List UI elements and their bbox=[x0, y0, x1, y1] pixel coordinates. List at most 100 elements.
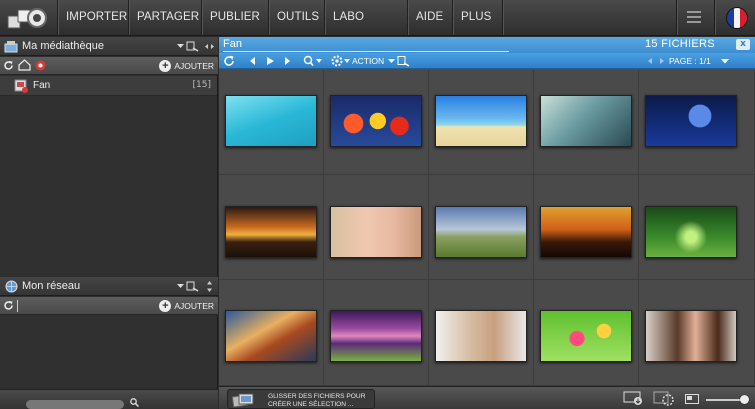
library-add-button[interactable]: + AJOUTER bbox=[159, 59, 214, 73]
thumbnail-cell[interactable] bbox=[219, 280, 324, 386]
menu-outils[interactable]: OUTILS bbox=[268, 0, 324, 35]
gallery-panel: Fan 15 FICHIERS x ACTION PAGE : 1/1 GLIS… bbox=[219, 37, 755, 409]
thumbnail-cell[interactable] bbox=[639, 175, 755, 280]
app-logo-icon[interactable] bbox=[6, 4, 48, 32]
photo-thumbnail-hot-air-balloons[interactable] bbox=[330, 95, 422, 147]
slideshow-icon[interactable] bbox=[653, 389, 675, 407]
thumbnail-cell[interactable] bbox=[429, 175, 534, 280]
menu-partager[interactable]: PARTAGER bbox=[128, 0, 201, 35]
thumbnail-grid bbox=[219, 70, 755, 386]
page-dropdown-icon[interactable] bbox=[719, 55, 731, 67]
photo-thumbnail-palm-sunset[interactable] bbox=[540, 206, 632, 258]
folder-underline bbox=[223, 51, 509, 52]
record-icon[interactable] bbox=[35, 60, 46, 71]
view-size-icon[interactable] bbox=[685, 394, 699, 404]
thumbnail-cell[interactable] bbox=[429, 280, 534, 386]
menu-labo-photo[interactable]: LABO PHOTO bbox=[324, 0, 407, 58]
menu-importer[interactable]: IMPORTER bbox=[57, 0, 128, 35]
photo-thumbnail-field-tree-sky[interactable] bbox=[435, 206, 527, 258]
drop-zone-line1: GLISSER DES FICHIERS POUR bbox=[268, 393, 366, 400]
library-item-count: [15] bbox=[192, 80, 211, 90]
thumbnail-cell[interactable] bbox=[639, 280, 755, 386]
page-indicator[interactable]: PAGE : 1/1 bbox=[669, 56, 711, 66]
filter-dropdown-icon[interactable] bbox=[176, 281, 200, 292]
next-icon[interactable] bbox=[281, 55, 293, 67]
filter-dropdown-icon[interactable] bbox=[176, 41, 200, 52]
hamburger-menu-icon[interactable] bbox=[686, 9, 702, 25]
thumbnail-cell[interactable] bbox=[324, 280, 429, 386]
library-icon bbox=[4, 41, 18, 53]
collapse-arrows-icon[interactable] bbox=[205, 42, 214, 51]
library-item-fan[interactable]: Fan [15] bbox=[0, 76, 217, 96]
previous-icon[interactable] bbox=[247, 55, 259, 67]
thumbnail-cell[interactable] bbox=[324, 70, 429, 175]
export-icon[interactable] bbox=[623, 391, 645, 406]
thumbnail-cell[interactable] bbox=[429, 70, 534, 175]
expand-arrows-icon[interactable] bbox=[206, 281, 213, 292]
thumbnail-cell[interactable] bbox=[219, 70, 324, 175]
album-icon bbox=[14, 79, 28, 93]
library-toolbar: + AJOUTER bbox=[0, 57, 218, 75]
refresh-icon[interactable] bbox=[3, 60, 14, 71]
library-item-label: Fan bbox=[33, 80, 51, 91]
menu-divider bbox=[714, 0, 715, 35]
menu-plus[interactable]: PLUS bbox=[452, 0, 502, 35]
network-add-button[interactable]: + AJOUTER bbox=[159, 299, 214, 313]
menu-aide[interactable]: AIDE bbox=[407, 0, 452, 35]
refresh-icon[interactable] bbox=[223, 55, 235, 67]
photo-thumbnail-mountain-peak[interactable] bbox=[225, 310, 317, 362]
photo-stack-icon bbox=[231, 393, 254, 408]
library-title: Ma médiathèque bbox=[22, 40, 104, 52]
zoom-slider-handle[interactable] bbox=[740, 395, 749, 404]
search-icon[interactable] bbox=[130, 398, 139, 407]
photo-thumbnail-tropical-water-leaf[interactable] bbox=[225, 95, 317, 147]
drop-zone-line2: CRÉER UNE SÉLECTION ... bbox=[268, 401, 354, 408]
photo-thumbnail-purple-lake[interactable] bbox=[330, 310, 422, 362]
app-window: IMPORTER PARTAGER PUBLIER OUTILS LABO PH… bbox=[0, 0, 755, 409]
photo-thumbnail-fantasy-girl[interactable] bbox=[540, 95, 632, 147]
photo-thumbnail-brunette-portrait[interactable] bbox=[645, 310, 737, 362]
text-cursor bbox=[17, 300, 18, 312]
plus-icon: + bbox=[159, 300, 172, 312]
thumbnail-cell[interactable] bbox=[219, 175, 324, 280]
photo-thumbnail-green-road[interactable] bbox=[645, 206, 737, 258]
folder-name: Fan bbox=[223, 38, 242, 50]
menu-publier[interactable]: PUBLIER bbox=[201, 0, 268, 35]
selection-drop-zone[interactable]: GLISSER DES FICHIERS POUR CRÉER UNE SÉLE… bbox=[227, 389, 375, 409]
settings-gear-icon[interactable] bbox=[331, 55, 351, 67]
library-header: Ma médiathèque bbox=[0, 37, 218, 56]
gallery-header: Fan 15 FICHIERS x bbox=[219, 37, 755, 53]
top-menu-bar: IMPORTER PARTAGER PUBLIER OUTILS LABO PH… bbox=[0, 0, 755, 58]
network-title: Mon réseau bbox=[22, 280, 81, 292]
thumbnail-cell[interactable] bbox=[534, 280, 639, 386]
thumbnail-cell[interactable] bbox=[534, 70, 639, 175]
page-next-icon[interactable] bbox=[656, 55, 668, 67]
plus-icon: + bbox=[159, 60, 172, 72]
photo-thumbnail-blonde-portrait[interactable] bbox=[330, 206, 422, 258]
photo-thumbnail-woman-portrait[interactable] bbox=[435, 310, 527, 362]
close-button[interactable]: x bbox=[736, 39, 750, 50]
action-menu[interactable]: ACTION bbox=[352, 56, 384, 66]
menu-divider bbox=[676, 0, 677, 35]
gallery-footer: GLISSER DES FICHIERS POUR CRÉER UNE SÉLE… bbox=[219, 386, 755, 409]
photo-thumbnail-panda-night[interactable] bbox=[645, 95, 737, 147]
thumbnail-cell[interactable] bbox=[324, 175, 429, 280]
network-icon bbox=[5, 280, 18, 293]
photo-thumbnail-sunset-lake[interactable] bbox=[225, 206, 317, 258]
photo-thumbnail-beach-palm[interactable] bbox=[435, 95, 527, 147]
menu-divider bbox=[502, 0, 503, 35]
network-toolbar: + AJOUTER bbox=[0, 297, 218, 315]
thumbnail-cell[interactable] bbox=[534, 175, 639, 280]
library-add-label: AJOUTER bbox=[174, 61, 214, 71]
photo-thumbnail-colorful-flowers[interactable] bbox=[540, 310, 632, 362]
thumbnail-cell[interactable] bbox=[639, 70, 755, 175]
network-add-label: AJOUTER bbox=[174, 301, 214, 311]
file-count: 15 FICHIERS bbox=[645, 38, 715, 50]
play-icon[interactable] bbox=[264, 55, 276, 67]
refresh-icon[interactable] bbox=[3, 300, 14, 311]
sidebar-search-input[interactable] bbox=[26, 400, 124, 409]
home-icon[interactable] bbox=[18, 59, 31, 71]
zoom-dropdown-icon[interactable] bbox=[303, 55, 323, 67]
filter-dropdown-icon[interactable] bbox=[387, 55, 413, 67]
language-flag-icon[interactable] bbox=[727, 8, 747, 28]
